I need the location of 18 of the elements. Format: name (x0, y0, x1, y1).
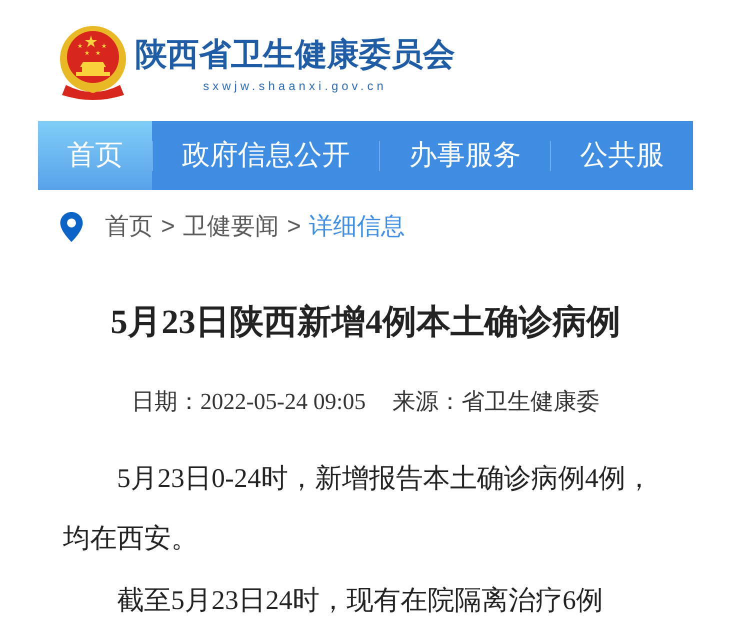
source-text: 来源：省卫生健康委 (392, 388, 600, 416)
article-paragraph: 截至5月23日24时，现有在院隔离治疗6例 (116, 584, 604, 616)
nav-tab[interactable]: 首页 (38, 121, 152, 190)
site-url: sxwjw.shaanxi.gov.cn (203, 78, 387, 94)
location-pin-icon (60, 212, 83, 242)
breadcrumb-current: 详细信息 (309, 212, 406, 242)
breadcrumb-separator: > (287, 212, 302, 242)
nav-tab[interactable]: 办事服务 (380, 121, 550, 190)
emblem-icon (58, 25, 128, 101)
site-title: 陕西省卫生健康委员会 (135, 35, 455, 73)
nav-tab[interactable]: 政府信息公开 (153, 121, 379, 190)
article-title: 5月23日陕西新增4例本土确诊病例 (110, 302, 622, 343)
article-paragraph: 5月23日0-24时，新增报告本土确诊病例4例，均在西安。 (63, 462, 654, 555)
breadcrumb-link[interactable]: 卫健要闻 (183, 212, 280, 242)
breadcrumb-link[interactable]: 首页 (105, 212, 153, 242)
breadcrumb-separator: > (161, 212, 176, 242)
nav-tab[interactable]: 公共服 (551, 121, 693, 190)
publish-date: 日期：2022-05-24 09:05 (131, 388, 366, 416)
